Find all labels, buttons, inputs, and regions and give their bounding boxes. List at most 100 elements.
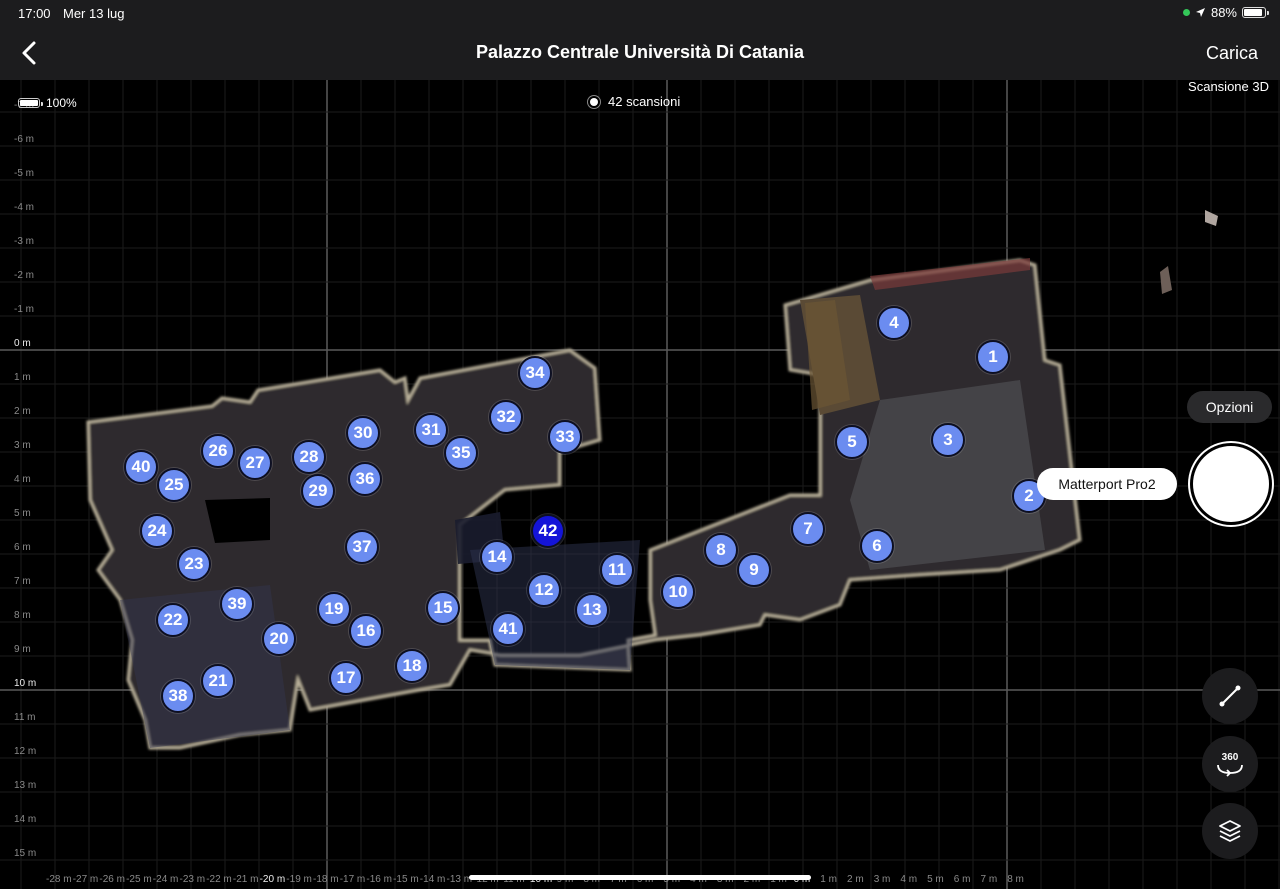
view-360-label: 360 <box>1222 752 1239 763</box>
scan-marker-15[interactable]: 15 <box>426 591 460 625</box>
y-tick-label: 14 m <box>14 814 37 825</box>
scan-marker-33[interactable]: 33 <box>548 420 582 454</box>
status-right: 88% <box>1182 5 1269 20</box>
scan-marker-36[interactable]: 36 <box>348 462 382 496</box>
scan-marker-29[interactable]: 29 <box>301 474 335 508</box>
scan-marker-42[interactable]: 42 <box>531 514 565 548</box>
y-tick-label: 0 m <box>14 338 31 349</box>
scan-marker-35[interactable]: 35 <box>444 436 478 470</box>
measure-line-icon <box>1219 685 1241 707</box>
scan-marker-17[interactable]: 17 <box>329 661 363 695</box>
device-battery: 100% <box>18 96 77 110</box>
x-tick-label: 1 m <box>820 874 837 885</box>
x-tick-label: -26 m <box>99 874 125 885</box>
y-tick-label: 6 m <box>14 542 31 553</box>
scan-marker-28[interactable]: 28 <box>292 440 326 474</box>
y-tick-label: 10 m <box>14 678 37 689</box>
battery-percent: 88% <box>1210 5 1237 20</box>
scan-marker-32[interactable]: 32 <box>489 400 523 434</box>
layers-icon <box>1219 820 1241 842</box>
x-tick-label: -16 m <box>366 874 392 885</box>
home-indicator <box>469 875 811 880</box>
y-tick-label: 3 m <box>14 440 31 451</box>
scan-marker-39[interactable]: 39 <box>220 587 254 621</box>
scan-marker-10[interactable]: 10 <box>661 575 695 609</box>
x-tick-label: -19 m <box>286 874 312 885</box>
y-tick-label: 5 m <box>14 508 31 519</box>
upload-button[interactable]: Carica <box>1206 43 1258 64</box>
y-tick-label: 11 m <box>14 712 36 723</box>
x-tick-label: -17 m <box>339 874 366 885</box>
scan-mode-label: Scansione 3D <box>1188 80 1269 94</box>
scan-marker-41[interactable]: 41 <box>491 612 525 646</box>
scan-marker-4[interactable]: 4 <box>877 306 911 340</box>
x-tick-label: -24 m <box>152 874 179 885</box>
scan-marker-20[interactable]: 20 <box>262 622 296 656</box>
x-tick-label: -23 m <box>179 874 206 885</box>
scan-marker-14[interactable]: 14 <box>480 540 514 574</box>
y-tick-label: 12 m <box>14 746 37 757</box>
scan-count: 42 scansioni <box>590 94 680 109</box>
x-tick-label: -14 m <box>419 874 446 885</box>
nav-bar: Palazzo Centrale Università Di Catania C… <box>0 26 1280 80</box>
x-tick-label: -27 m <box>72 874 99 885</box>
view-360-icon: 360 <box>1217 752 1243 777</box>
y-tick-label: 7 m <box>14 576 31 587</box>
measure-button[interactable] <box>1202 668 1258 724</box>
page-title: Palazzo Centrale Università Di Catania <box>475 42 805 62</box>
x-tick-label: -25 m <box>126 874 152 885</box>
y-tick-label: 15 m <box>14 848 37 859</box>
device-battery-icon <box>18 98 43 108</box>
y-tick-label: 13 m <box>14 780 37 791</box>
x-tick-label: -28 m <box>46 874 72 885</box>
scan-marker-3[interactable]: 3 <box>931 423 965 457</box>
view-360-button[interactable]: 360 <box>1202 736 1258 792</box>
scan-marker-37[interactable]: 37 <box>345 530 379 564</box>
scan-marker-16[interactable]: 16 <box>349 614 383 648</box>
scan-marker-11[interactable]: 11 <box>600 553 634 587</box>
scan-marker-23[interactable]: 23 <box>177 547 211 581</box>
y-tick-label: 8 m <box>14 610 31 621</box>
scan-marker-30[interactable]: 30 <box>346 416 380 450</box>
options-button[interactable]: Opzioni <box>1187 391 1272 423</box>
floor-plan-map[interactable]: -7 m-6 m-5 m-4 m-3 m-2 m-1 m0 m1 m2 m3 m… <box>0 80 1280 889</box>
scan-marker-31[interactable]: 31 <box>414 413 448 447</box>
x-tick-label: 4 m <box>900 874 918 885</box>
capture-button[interactable] <box>1193 446 1269 522</box>
scan-marker-26[interactable]: 26 <box>201 434 235 468</box>
scan-marker-7[interactable]: 7 <box>791 512 825 546</box>
battery-icon <box>1242 7 1269 18</box>
scan-marker-18[interactable]: 18 <box>395 649 429 683</box>
privacy-indicator <box>1182 9 1190 16</box>
scan-marker-24[interactable]: 24 <box>140 514 174 548</box>
scan-marker-21[interactable]: 21 <box>201 664 235 698</box>
y-tick-label: -2 m <box>14 270 34 281</box>
scan-marker-34[interactable]: 34 <box>518 356 552 390</box>
location-arrow-icon <box>1195 8 1205 17</box>
y-tick-label: -3 m <box>14 236 34 247</box>
scan-marker-9[interactable]: 9 <box>737 553 771 587</box>
x-tick-label: 3 m <box>873 874 891 885</box>
scan-marker-27[interactable]: 27 <box>238 446 272 480</box>
status-date: Mer 13 lug <box>63 6 125 21</box>
x-tick-label: 7 m <box>980 874 998 885</box>
x-tick-label: -15 m <box>393 874 419 885</box>
x-tick-label: 8 m <box>1007 874 1024 885</box>
scan-marker-25[interactable]: 25 <box>157 468 191 502</box>
camera-model-button[interactable]: Matterport Pro2 <box>1037 468 1177 500</box>
y-tick-label: -4 m <box>14 202 34 213</box>
scan-marker-40[interactable]: 40 <box>124 450 158 484</box>
scan-marker-22[interactable]: 22 <box>156 603 190 637</box>
scan-marker-1[interactable]: 1 <box>976 340 1010 374</box>
scan-marker-5[interactable]: 5 <box>835 425 869 459</box>
layers-button[interactable] <box>1202 803 1258 859</box>
scan-count-label: 42 scansioni <box>608 94 681 109</box>
scan-marker-38[interactable]: 38 <box>161 679 195 713</box>
scan-marker-8[interactable]: 8 <box>704 533 738 567</box>
scan-radio-icon <box>590 97 598 106</box>
scan-marker-19[interactable]: 19 <box>317 592 351 626</box>
scan-marker-6[interactable]: 6 <box>860 529 894 563</box>
x-tick-label: 6 m <box>953 874 971 885</box>
scan-marker-12[interactable]: 12 <box>527 573 561 607</box>
scan-marker-13[interactable]: 13 <box>575 593 609 627</box>
